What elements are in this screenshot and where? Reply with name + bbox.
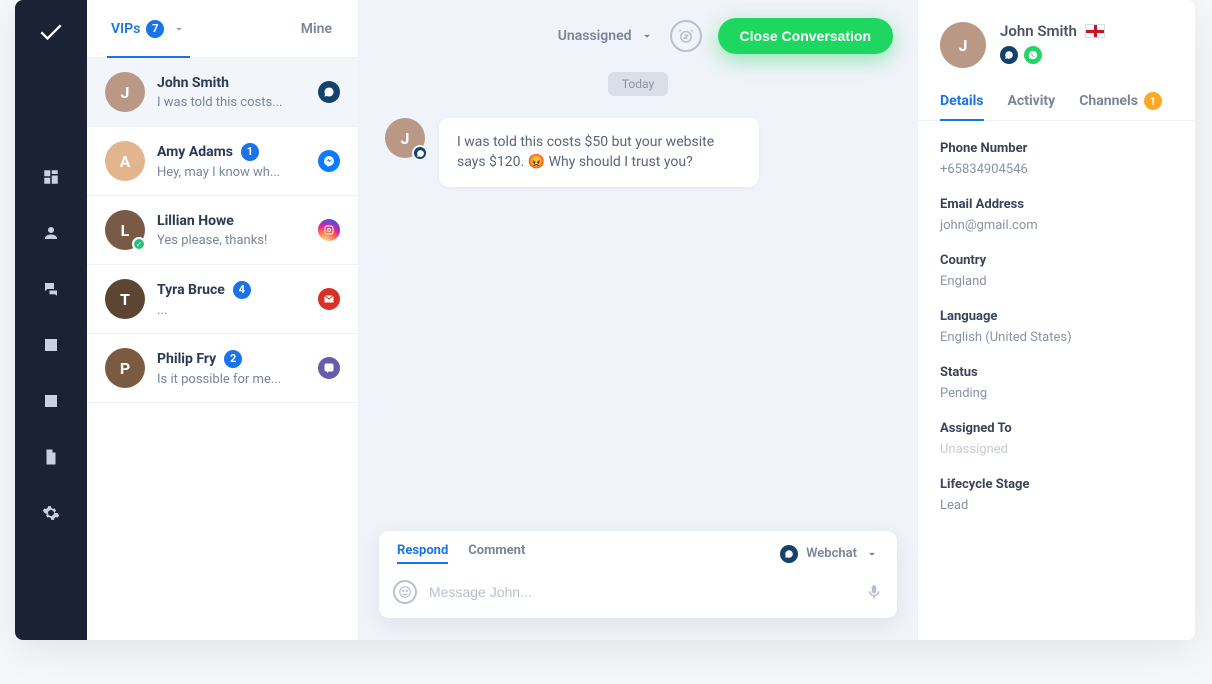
conv-preview: ... bbox=[157, 303, 306, 318]
field-phone: Phone Number +65834904546 bbox=[940, 131, 1173, 187]
tab-vips-label: VIPs bbox=[111, 21, 140, 37]
assigned-dropdown[interactable]: Unassigned bbox=[558, 28, 654, 44]
conversation-list: VIPs 7 Mine J John Smith I was told this… bbox=[87, 0, 359, 640]
conv-name: John Smith bbox=[157, 75, 306, 91]
webchat-icon bbox=[318, 81, 340, 103]
composer-channel-label: Webchat bbox=[806, 546, 857, 561]
conv-item[interactable]: A Amy Adams 1 Hey, may I know wh... bbox=[87, 127, 358, 196]
files-icon[interactable] bbox=[40, 446, 62, 468]
tasks-icon[interactable] bbox=[40, 334, 62, 356]
avatar: P bbox=[105, 348, 145, 388]
webchat-icon bbox=[1000, 46, 1018, 64]
close-conversation-button[interactable]: Close Conversation bbox=[718, 18, 893, 54]
tab-channels[interactable]: Channels 1 bbox=[1079, 82, 1162, 120]
instagram-icon bbox=[318, 219, 340, 241]
contact-name: John Smith bbox=[1000, 22, 1077, 40]
conv-item[interactable]: T Tyra Bruce 4 ... bbox=[87, 265, 358, 334]
avatar: T bbox=[105, 279, 145, 319]
field-assigned: Assigned To Unassigned bbox=[940, 411, 1173, 467]
avatar: J bbox=[105, 72, 145, 112]
conv-name: Lillian Howe bbox=[157, 213, 306, 229]
avatar: A bbox=[105, 141, 145, 181]
message-avatar: J bbox=[385, 118, 425, 158]
viber-icon bbox=[318, 357, 340, 379]
conv-preview: I was told this costs... bbox=[157, 95, 306, 110]
unread-badge: 2 bbox=[224, 350, 242, 368]
composer-input-row bbox=[379, 572, 897, 618]
dashboard-icon[interactable] bbox=[40, 166, 62, 188]
contact-panel: J John Smith Details Activity bbox=[917, 0, 1195, 640]
date-separator: Today bbox=[608, 72, 668, 96]
settings-icon[interactable] bbox=[40, 502, 62, 524]
contact-header: J John Smith bbox=[918, 0, 1195, 76]
tab-details[interactable]: Details bbox=[940, 82, 984, 120]
conv-name: Philip Fry 2 bbox=[157, 350, 306, 368]
mic-button[interactable] bbox=[865, 581, 883, 603]
flag-england-icon bbox=[1085, 24, 1105, 38]
conv-preview: Is it possible for me... bbox=[157, 372, 306, 387]
emoji-button[interactable] bbox=[393, 580, 417, 604]
field-email: Email Address john@gmail.com bbox=[940, 187, 1173, 243]
chevron-down-icon[interactable] bbox=[172, 22, 186, 36]
contact-fields: Phone Number +65834904546 Email Address … bbox=[918, 121, 1195, 533]
composer-channel-select[interactable]: Webchat bbox=[780, 545, 879, 563]
whatsapp-icon bbox=[1024, 46, 1042, 64]
tab-vips-count: 7 bbox=[146, 20, 164, 38]
chat-icon[interactable] bbox=[40, 278, 62, 300]
message-row: J I was told this costs $50 but your web… bbox=[359, 118, 917, 187]
conv-items: J John Smith I was told this costs... A … bbox=[87, 58, 358, 403]
webchat-icon bbox=[780, 545, 798, 563]
field-lifecycle: Lifecycle Stage Lead bbox=[940, 467, 1173, 523]
contacts-icon[interactable] bbox=[40, 222, 62, 244]
conv-item[interactable]: L ✓ Lillian Howe Yes please, thanks! bbox=[87, 196, 358, 265]
conversation-pane: Unassigned Close Conversation Today J I … bbox=[359, 0, 917, 640]
contact-avatar: J bbox=[940, 22, 986, 68]
composer-tab-respond[interactable]: Respond bbox=[397, 543, 448, 564]
tab-vips[interactable]: VIPs 7 bbox=[107, 0, 190, 57]
chevron-down-icon bbox=[865, 547, 879, 561]
channels-count-badge: 1 bbox=[1144, 92, 1162, 110]
tab-mine[interactable]: Mine bbox=[301, 21, 338, 37]
app-logo bbox=[37, 18, 65, 46]
webchat-icon bbox=[412, 145, 428, 161]
gmail-icon bbox=[318, 288, 340, 310]
snooze-button[interactable] bbox=[670, 20, 702, 52]
unread-badge: 1 bbox=[241, 143, 259, 161]
field-language: Language English (United States) bbox=[940, 299, 1173, 355]
conv-preview: Hey, may I know wh... bbox=[157, 165, 306, 180]
reports-icon[interactable] bbox=[40, 390, 62, 412]
tab-mine-label: Mine bbox=[301, 21, 332, 37]
messenger-icon bbox=[318, 150, 340, 172]
composer: Respond Comment Webchat bbox=[379, 531, 897, 618]
conv-name: Amy Adams 1 bbox=[157, 143, 306, 161]
conv-name: Tyra Bruce 4 bbox=[157, 281, 306, 299]
nav-rail bbox=[15, 0, 87, 640]
message-bubble: I was told this costs $50 but your websi… bbox=[439, 118, 759, 187]
conv-item[interactable]: J John Smith I was told this costs... bbox=[87, 58, 358, 127]
composer-tabs: Respond Comment Webchat bbox=[379, 531, 897, 572]
assigned-label: Unassigned bbox=[558, 28, 632, 44]
conv-item[interactable]: P Philip Fry 2 Is it possible for me... bbox=[87, 334, 358, 403]
field-status: Status Pending bbox=[940, 355, 1173, 411]
chevron-down-icon bbox=[640, 29, 654, 43]
avatar: L ✓ bbox=[105, 210, 145, 250]
message-input[interactable] bbox=[429, 584, 853, 600]
tab-activity[interactable]: Activity bbox=[1008, 82, 1056, 120]
check-icon: ✓ bbox=[132, 237, 146, 251]
field-country: Country England bbox=[940, 243, 1173, 299]
conv-list-tabs: VIPs 7 Mine bbox=[87, 0, 358, 58]
contact-tabs: Details Activity Channels 1 bbox=[918, 76, 1195, 121]
unread-badge: 4 bbox=[233, 281, 251, 299]
conv-preview: Yes please, thanks! bbox=[157, 233, 306, 248]
conversation-header: Unassigned Close Conversation bbox=[359, 0, 917, 72]
composer-tab-comment[interactable]: Comment bbox=[468, 543, 525, 564]
